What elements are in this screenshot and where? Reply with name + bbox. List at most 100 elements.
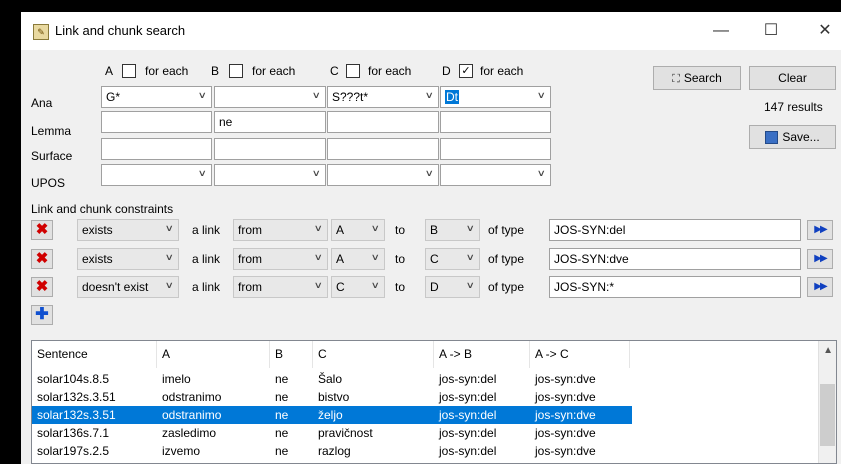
save-button-label: Save...: [782, 130, 820, 144]
window-title: Link and chunk search: [55, 23, 186, 38]
remove-constraint-button[interactable]: ✖: [31, 249, 53, 269]
source-value: A: [336, 223, 345, 237]
go-constraint-button[interactable]: ▶▶: [807, 220, 833, 240]
column-header-a-to-b[interactable]: A -> B: [434, 341, 530, 368]
surface-d-field[interactable]: [440, 138, 551, 160]
target-value: C: [430, 252, 439, 266]
column-header-a[interactable]: A: [157, 341, 270, 368]
surface-a-field[interactable]: [101, 138, 212, 160]
exists-select[interactable]: doesn't exist ∨: [77, 276, 179, 298]
scrollbar-thumb[interactable]: [820, 384, 835, 446]
minimize-button[interactable]: —: [701, 18, 741, 44]
target-select[interactable]: B ∨: [425, 219, 480, 241]
link-type-field[interactable]: JOS-SYN:dve: [549, 248, 801, 270]
link-type-value: JOS-SYN:dve: [554, 252, 629, 266]
upos-a-combo[interactable]: ∨: [101, 164, 212, 186]
save-icon: [765, 131, 779, 145]
column-header-sentence[interactable]: Sentence: [32, 341, 157, 368]
b-cell: ne: [275, 444, 289, 458]
vertical-scrollbar[interactable]: ▲: [818, 341, 836, 463]
chevron-down-icon: ∨: [537, 90, 547, 100]
chevron-down-icon: ∨: [198, 90, 208, 100]
lemma-a-field[interactable]: [101, 111, 212, 133]
from-select[interactable]: from ∨: [233, 276, 328, 298]
chevron-down-icon: ∨: [537, 168, 547, 178]
ana-b-combo[interactable]: ∨: [214, 86, 326, 108]
binoculars-icon: ⛶: [672, 73, 680, 85]
close-button[interactable]: ✕: [805, 18, 841, 44]
table-row[interactable]: solar104s.8.5 imelo ne Šalo jos-syn:del …: [32, 370, 632, 388]
from-select[interactable]: from ∨: [233, 248, 328, 270]
column-header-b[interactable]: B: [270, 341, 313, 368]
a-to-c-cell: jos-syn:dve: [535, 390, 596, 404]
source-select[interactable]: C ∨: [331, 276, 385, 298]
b-cell: ne: [275, 372, 289, 386]
upos-d-combo[interactable]: ∨: [440, 164, 551, 186]
lemma-d-field[interactable]: [440, 111, 551, 133]
foreach-b-checkbox[interactable]: [229, 64, 243, 78]
a-link-label: a link: [192, 223, 221, 237]
upos-c-combo[interactable]: ∨: [327, 164, 439, 186]
link-type-field[interactable]: JOS-SYN:del: [549, 219, 801, 241]
of-type-label: of type: [488, 252, 525, 266]
a-link-label: a link: [192, 252, 221, 266]
lemma-c-field[interactable]: [327, 111, 439, 133]
row-label-lemma: Lemma: [31, 124, 72, 138]
ana-c-combo[interactable]: S???t* ∨: [327, 86, 439, 108]
chevron-down-icon: ∨: [312, 90, 322, 100]
table-row[interactable]: solar136s.7.1 zasledimo ne pravičnost jo…: [32, 424, 632, 442]
a-to-b-cell: jos-syn:del: [439, 390, 497, 404]
sentence-cell: solar104s.8.5: [37, 372, 110, 386]
exists-value: doesn't exist: [82, 280, 149, 294]
chevron-down-icon: ∨: [466, 252, 476, 262]
from-select[interactable]: from ∨: [233, 219, 328, 241]
link-type-field[interactable]: JOS-SYN:*: [549, 276, 801, 298]
from-value: from: [238, 252, 262, 266]
results-table[interactable]: Sentence A B C A -> B A -> C solar104s.8…: [31, 340, 837, 464]
upos-b-combo[interactable]: ∨: [214, 164, 326, 186]
a-cell: odstranimo: [162, 390, 222, 404]
maximize-button[interactable]: ☐: [751, 18, 791, 44]
to-label: to: [395, 280, 406, 294]
table-row[interactable]: solar132s.3.51 odstranimo ne bistvo jos-…: [32, 388, 632, 406]
a-to-b-cell: jos-syn:del: [439, 408, 497, 422]
to-label: to: [395, 252, 406, 266]
remove-constraint-button[interactable]: ✖: [31, 220, 53, 240]
exists-select[interactable]: exists ∨: [77, 219, 179, 241]
source-select[interactable]: A ∨: [331, 248, 385, 270]
go-constraint-button[interactable]: ▶▶: [807, 277, 833, 297]
table-row[interactable]: solar197s.2.5 izvemo ne razlog jos-syn:d…: [32, 442, 632, 460]
clear-button[interactable]: Clear: [749, 66, 836, 90]
chevron-down-icon: ∨: [314, 252, 324, 262]
a-cell: imelo: [162, 372, 191, 386]
foreach-a-checkbox[interactable]: [122, 64, 136, 78]
save-button[interactable]: Save...: [749, 125, 836, 149]
lemma-b-field[interactable]: ne: [214, 111, 326, 133]
add-constraint-button[interactable]: ✚: [31, 305, 53, 325]
chevron-down-icon: ∨: [425, 90, 435, 100]
target-value: D: [430, 280, 439, 294]
surface-c-field[interactable]: [327, 138, 439, 160]
foreach-d-label: for each: [480, 64, 524, 78]
foreach-d-checkbox[interactable]: ✓: [459, 64, 473, 78]
link-type-value: JOS-SYN:del: [554, 223, 626, 237]
ana-d-combo[interactable]: Dt ∨: [440, 86, 551, 108]
foreach-a-label: for each: [145, 64, 189, 78]
go-constraint-button[interactable]: ▶▶: [807, 249, 833, 269]
target-select[interactable]: D ∨: [425, 276, 480, 298]
column-a-letter: A: [105, 64, 114, 78]
remove-constraint-button[interactable]: ✖: [31, 277, 53, 297]
ana-a-combo[interactable]: G* ∨: [101, 86, 212, 108]
search-button[interactable]: ⛶ Search: [653, 66, 741, 90]
lemma-b-value: ne: [219, 115, 233, 129]
source-select[interactable]: A ∨: [331, 219, 385, 241]
target-select[interactable]: C ∨: [425, 248, 480, 270]
table-row-selected[interactable]: solar132s.3.51 odstranimo ne željo jos-s…: [32, 406, 632, 424]
foreach-c-checkbox[interactable]: [346, 64, 360, 78]
c-cell: razlog: [318, 444, 351, 458]
column-header-a-to-c[interactable]: A -> C: [530, 341, 630, 368]
scroll-up-icon[interactable]: ▲: [823, 345, 833, 356]
column-header-c[interactable]: C: [313, 341, 434, 368]
exists-select[interactable]: exists ∨: [77, 248, 179, 270]
surface-b-field[interactable]: [214, 138, 326, 160]
